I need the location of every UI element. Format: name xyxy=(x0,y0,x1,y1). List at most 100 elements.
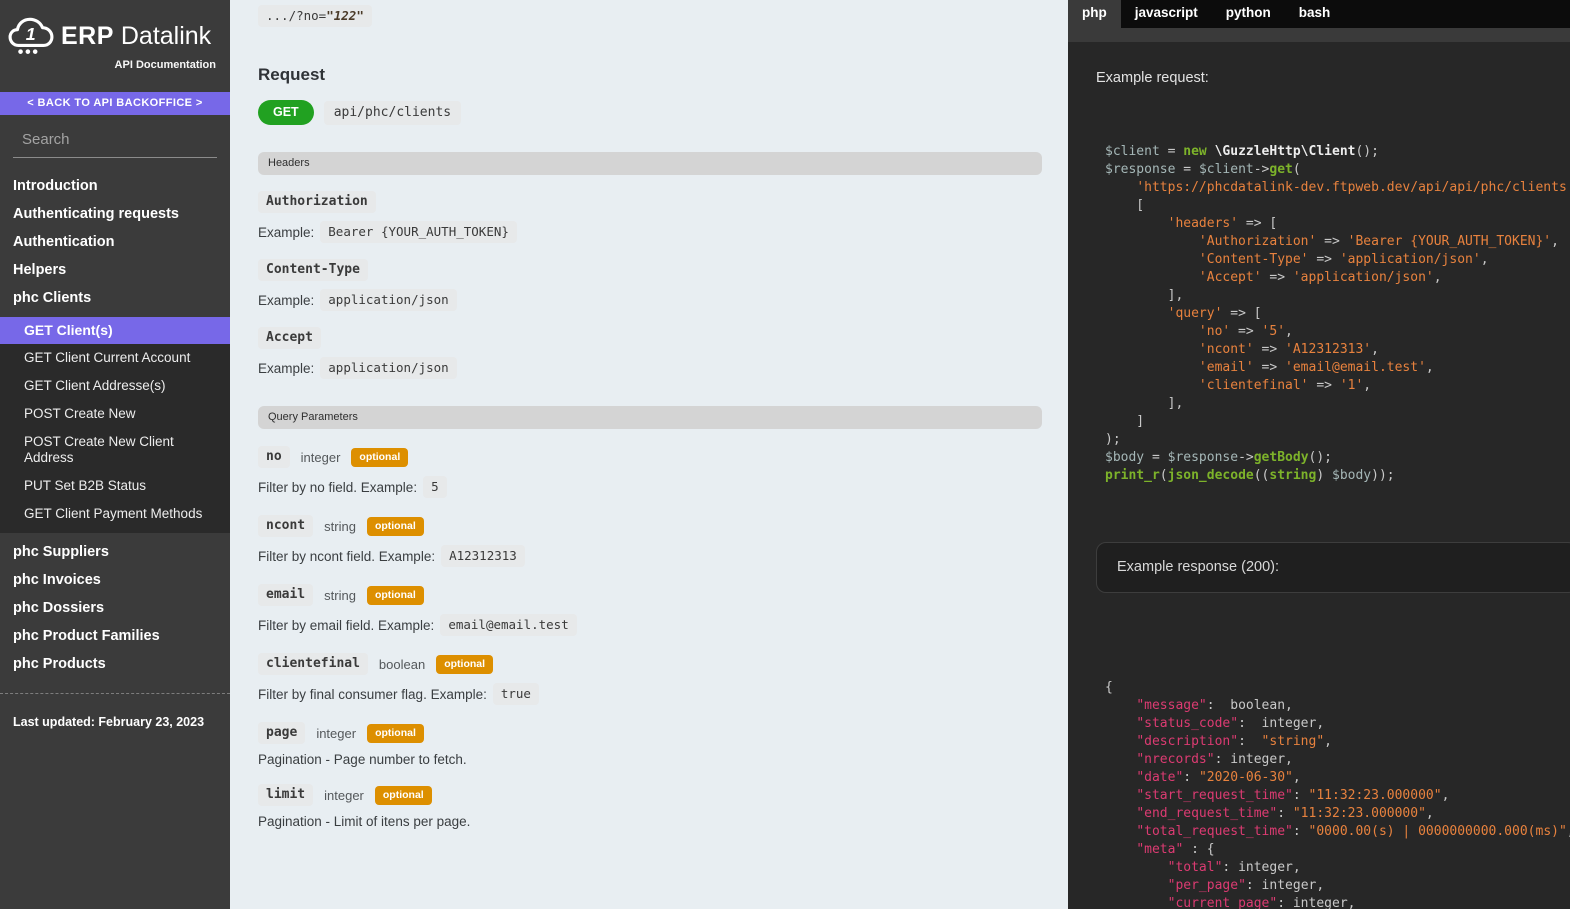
code-line: 'no' => '5', xyxy=(1105,323,1570,341)
code-line: 'Authorization' => 'Bearer {YOUR_AUTH_TO… xyxy=(1105,233,1570,251)
sidebar-item-phc-products[interactable]: phc Products xyxy=(0,650,230,678)
code-line: ); xyxy=(1105,431,1570,449)
code-line: $client = new \GuzzleHttp\Client(); xyxy=(1105,143,1570,161)
sidebar-item-introduction[interactable]: Introduction xyxy=(0,172,230,200)
optional-badge: optional xyxy=(367,517,424,536)
param-item: limit integer optional Pagination - Limi… xyxy=(258,784,1042,829)
cloud-sync-logo-icon: 1 xyxy=(8,16,54,56)
sidebar-item-authentication[interactable]: Authentication xyxy=(0,228,230,256)
code-line: "end_request_time": "11:32:23.000000", xyxy=(1105,805,1570,823)
param-item: ncont string optional Filter by ncont fi… xyxy=(258,515,1042,567)
sidebar-subitem-put-set-b2b-status[interactable]: PUT Set B2B Status xyxy=(0,472,230,500)
sidebar-subitem-post-create-new[interactable]: POST Create New xyxy=(0,400,230,428)
code-line: $response = $client->get( xyxy=(1105,161,1570,179)
sidebar-item-phc-invoices[interactable]: phc Invoices xyxy=(0,566,230,594)
code-line: "status_code": integer, xyxy=(1105,715,1570,733)
code-line: { xyxy=(1105,679,1570,697)
query-params-section-bar: Query Parameters xyxy=(258,406,1042,429)
example-label: Example: xyxy=(258,361,314,376)
example-label: Example: xyxy=(258,225,314,240)
optional-badge: optional xyxy=(375,786,432,805)
header-example-chip: application/json xyxy=(320,357,456,379)
header-item: Authorization Example: Bearer {YOUR_AUTH… xyxy=(258,191,1042,243)
param-description: Filter by no field. Example: xyxy=(258,480,417,495)
sidebar-item-phc-suppliers[interactable]: phc Suppliers xyxy=(0,538,230,566)
param-type: integer xyxy=(301,450,341,465)
sidebar-item-phc-product-families[interactable]: phc Product Families xyxy=(0,622,230,650)
optional-badge: optional xyxy=(367,724,424,743)
param-name-chip: email xyxy=(258,584,313,606)
param-item: no integer optional Filter by no field. … xyxy=(258,446,1042,498)
endpoint-path: api/phc/clients xyxy=(324,101,461,125)
param-name-chip: page xyxy=(258,722,305,744)
param-description: Filter by email field. Example: xyxy=(258,618,434,633)
sidebar-item-authenticating-requests[interactable]: Authenticating requests xyxy=(0,200,230,228)
endpoint-row: GET api/phc/clients xyxy=(258,100,1042,125)
tab-bash[interactable]: bash xyxy=(1285,0,1345,28)
header-name-chip: Content-Type xyxy=(258,259,368,281)
param-example-chip: true xyxy=(493,683,539,705)
search-box[interactable] xyxy=(13,131,217,158)
tab-javascript[interactable]: javascript xyxy=(1121,0,1212,28)
phc-clients-subnav: GET Client(s)GET Client Current AccountG… xyxy=(0,317,230,533)
search-input[interactable] xyxy=(22,131,221,148)
last-updated: Last updated: February 23, 2023 xyxy=(0,694,230,729)
method-get-badge: GET xyxy=(258,100,314,125)
code-line: 'clientefinal' => '1', xyxy=(1105,377,1570,395)
code-line: 'Accept' => 'application/json', xyxy=(1105,269,1570,287)
headers-list: Authorization Example: Bearer {YOUR_AUTH… xyxy=(258,191,1042,379)
doc-content: .../?no="122" Request GET api/phc/client… xyxy=(230,0,1068,909)
sidebar-item-phc-clients[interactable]: phc Clients xyxy=(0,284,230,312)
code-line: 'headers' => [ xyxy=(1105,215,1570,233)
param-name-chip: ncont xyxy=(258,515,313,537)
sidebar-subitem-get-client-current-account[interactable]: GET Client Current Account xyxy=(0,344,230,372)
tab-python[interactable]: python xyxy=(1212,0,1285,28)
example-label: Example: xyxy=(258,293,314,308)
sidebar-subitem-get-client-s[interactable]: GET Client(s) xyxy=(0,317,230,344)
headers-section-bar: Headers xyxy=(258,152,1042,175)
sidebar-subitem-get-client-addresse-s[interactable]: GET Client Addresse(s) xyxy=(0,372,230,400)
code-line: "date": "2020-06-30", xyxy=(1105,769,1570,787)
example-request-label: Example request: xyxy=(1096,70,1570,86)
code-line: ] xyxy=(1105,413,1570,431)
param-type: integer xyxy=(324,788,364,803)
tab-php[interactable]: php xyxy=(1068,0,1121,28)
code-line: 'Content-Type' => 'application/json', xyxy=(1105,251,1570,269)
code-line: print_r(json_decode((string) $body)); xyxy=(1105,467,1570,485)
code-line: "total": integer, xyxy=(1105,859,1570,877)
param-description: Filter by ncont field. Example: xyxy=(258,549,435,564)
sidebar-item-helpers[interactable]: Helpers xyxy=(0,256,230,284)
header-name-chip: Accept xyxy=(258,327,321,349)
svg-text:1: 1 xyxy=(26,24,36,44)
code-line: "total_request_time": "0000.00(s) | 0000… xyxy=(1105,823,1570,841)
code-line: $body = $response->getBody(); xyxy=(1105,449,1570,467)
back-to-backoffice-button[interactable]: < BACK TO API BACKOFFICE > xyxy=(0,92,230,115)
param-item: page integer optional Pagination - Page … xyxy=(258,722,1042,767)
code-line: 'https://phcdatalink-dev.ftpweb.dev/api/… xyxy=(1105,179,1570,197)
param-item: email string optional Filter by email fi… xyxy=(258,584,1042,636)
sidebar: 1 ERP Datalink API Documentation < BACK … xyxy=(0,0,230,909)
param-type: string xyxy=(324,588,356,603)
sidebar-item-phc-dossiers[interactable]: phc Dossiers xyxy=(0,594,230,622)
brand-title: ERP Datalink xyxy=(61,22,211,51)
params-list: no integer optional Filter by no field. … xyxy=(258,446,1042,829)
header-name-chip: Authorization xyxy=(258,191,376,213)
code-example-panel: phpjavascriptpythonbash Example request:… xyxy=(1068,0,1570,909)
tabstrip xyxy=(1068,28,1570,42)
code-line: ], xyxy=(1105,395,1570,413)
sidebar-subitem-get-client-payment-methods[interactable]: GET Client Payment Methods xyxy=(0,500,230,528)
logo: 1 ERP Datalink xyxy=(0,0,230,56)
sidebar-subitem-post-create-new-client-address[interactable]: POST Create New Client Address xyxy=(0,428,230,472)
param-description: Filter by final consumer flag. Example: xyxy=(258,687,487,702)
request-code-block: $client = new \GuzzleHttp\Client();$resp… xyxy=(1068,143,1570,485)
param-name-chip: limit xyxy=(258,784,313,806)
code-line: 'ncont' => 'A12312313', xyxy=(1105,341,1570,359)
optional-badge: optional xyxy=(351,448,408,467)
param-description: Pagination - Page number to fetch. xyxy=(258,752,467,767)
param-description: Pagination - Limit of itens per page. xyxy=(258,814,470,829)
param-name-chip: clientefinal xyxy=(258,653,368,675)
language-tabbar: phpjavascriptpythonbash xyxy=(1068,0,1570,28)
response-code-block: { "message": boolean, "status_code": int… xyxy=(1068,679,1570,909)
brand-subtitle: API Documentation xyxy=(0,59,230,71)
code-line: "nrecords": integer, xyxy=(1105,751,1570,769)
